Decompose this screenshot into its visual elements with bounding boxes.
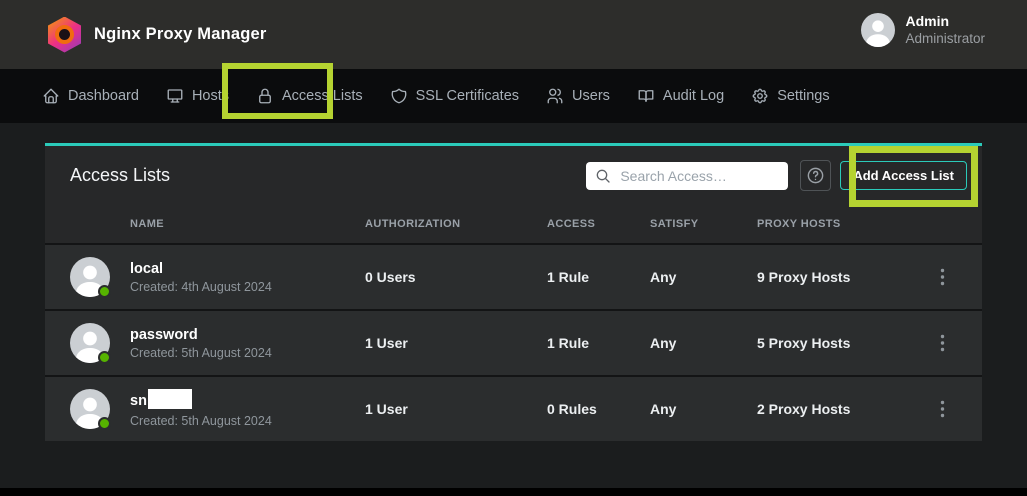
app-window: Nginx Proxy Manager Admin Administrator …: [0, 0, 1027, 496]
help-button[interactable]: [800, 160, 831, 191]
access-list-name: password: [130, 327, 198, 343]
nav-item-users[interactable]: Users: [546, 87, 610, 105]
column-header-proxy-hosts: PROXY HOSTS: [757, 218, 903, 230]
access-list-name: sn: [130, 393, 147, 409]
person-icon: [861, 13, 895, 47]
created-date: Created: 5th August 2024: [130, 414, 272, 428]
row-menu-button[interactable]: [934, 330, 951, 356]
main-nav: Dashboard Hosts Access Lists SSL Certifi…: [0, 69, 1027, 123]
bottom-black-strip: [0, 488, 1027, 496]
authorization-cell: 0 Users: [365, 269, 547, 285]
logo-ring: [55, 25, 74, 44]
gear-icon: [751, 87, 769, 105]
user-name: Admin: [905, 13, 985, 30]
access-cell: 0 Rules: [547, 401, 650, 417]
panel-header: Access Lists Add Access List: [45, 146, 982, 205]
user-avatar: [861, 13, 895, 47]
proxy-hosts-cell: 9 Proxy Hosts: [757, 269, 903, 285]
nav-item-settings[interactable]: Settings: [751, 87, 829, 105]
row-menu-button[interactable]: [934, 396, 951, 422]
redaction-box: [148, 389, 192, 409]
help-circle-icon: [806, 166, 825, 185]
column-header-authorization: AUTHORIZATION: [365, 218, 547, 230]
proxy-hosts-cell: 5 Proxy Hosts: [757, 335, 903, 351]
table-row: password Created: 5th August 2024 1 User…: [45, 309, 982, 375]
page-title: Access Lists: [70, 165, 586, 186]
user-menu[interactable]: Admin Administrator: [861, 13, 985, 47]
satisfy-cell: Any: [650, 335, 757, 351]
nav-item-hosts[interactable]: Hosts: [166, 87, 229, 105]
nav-item-dashboard[interactable]: Dashboard: [42, 87, 139, 105]
status-dot: [98, 285, 111, 298]
access-lists-panel: Access Lists Add Access List NAME AUTHOR…: [45, 143, 982, 441]
authorization-cell: 1 User: [365, 335, 547, 351]
kebab-menu-icon: [940, 268, 945, 286]
nav-label: Access Lists: [282, 88, 363, 104]
users-icon: [546, 87, 564, 105]
search-input[interactable]: [618, 167, 780, 185]
home-icon: [42, 87, 60, 105]
name-block: sn Created: 5th August 2024: [130, 391, 272, 428]
created-date: Created: 5th August 2024: [130, 346, 272, 360]
monitor-icon: [166, 87, 184, 105]
column-header-access: ACCESS: [547, 218, 650, 230]
nav-item-access-lists[interactable]: Access Lists: [256, 87, 363, 105]
column-header-name: NAME: [45, 218, 365, 230]
top-header: Nginx Proxy Manager Admin Administrator: [0, 0, 1027, 69]
search-icon: [595, 168, 611, 184]
proxy-hosts-cell: 2 Proxy Hosts: [757, 401, 903, 417]
book-icon: [637, 87, 655, 105]
row-avatar: [70, 257, 110, 297]
table-row: sn Created: 5th August 2024 1 User 0 Rul…: [45, 375, 982, 441]
user-info: Admin Administrator: [905, 13, 985, 47]
shield-icon: [390, 87, 408, 105]
nav-label: Dashboard: [68, 88, 139, 104]
satisfy-cell: Any: [650, 269, 757, 285]
authorization-cell: 1 User: [365, 401, 547, 417]
access-cell: 1 Rule: [547, 269, 650, 285]
nav-label: Users: [572, 88, 610, 104]
nav-label: Audit Log: [663, 88, 724, 104]
created-date: Created: 4th August 2024: [130, 280, 272, 294]
nav-item-ssl-certificates[interactable]: SSL Certificates: [390, 87, 519, 105]
user-role: Administrator: [905, 30, 985, 47]
nav-item-audit-log[interactable]: Audit Log: [637, 87, 724, 105]
name-block: local Created: 4th August 2024: [130, 261, 272, 294]
column-header-satisfy: SATISFY: [650, 218, 757, 230]
nav-label: Hosts: [192, 88, 229, 104]
access-list-name: local: [130, 261, 163, 277]
row-avatar: [70, 323, 110, 363]
name-block: password Created: 5th August 2024: [130, 327, 272, 360]
kebab-menu-icon: [940, 400, 945, 418]
add-access-list-button[interactable]: Add Access List: [840, 161, 967, 190]
app-logo-icon: [48, 17, 81, 53]
status-dot: [98, 351, 111, 364]
name-cell: password Created: 5th August 2024: [45, 323, 365, 363]
app-title: Nginx Proxy Manager: [94, 25, 267, 44]
row-avatar: [70, 389, 110, 429]
search-box: [586, 162, 788, 190]
table-row: local Created: 4th August 2024 0 Users 1…: [45, 243, 982, 309]
nav-label: Settings: [777, 88, 829, 104]
brand: Nginx Proxy Manager: [48, 0, 267, 69]
satisfy-cell: Any: [650, 401, 757, 417]
access-cell: 1 Rule: [547, 335, 650, 351]
status-dot: [98, 417, 111, 430]
name-cell: local Created: 4th August 2024: [45, 257, 365, 297]
table-header: NAME AUTHORIZATION ACCESS SATISFY PROXY …: [45, 205, 982, 243]
nav-label: SSL Certificates: [416, 88, 519, 104]
name-cell: sn Created: 5th August 2024: [45, 389, 365, 429]
kebab-menu-icon: [940, 334, 945, 352]
lock-icon: [256, 87, 274, 105]
row-menu-button[interactable]: [934, 264, 951, 290]
